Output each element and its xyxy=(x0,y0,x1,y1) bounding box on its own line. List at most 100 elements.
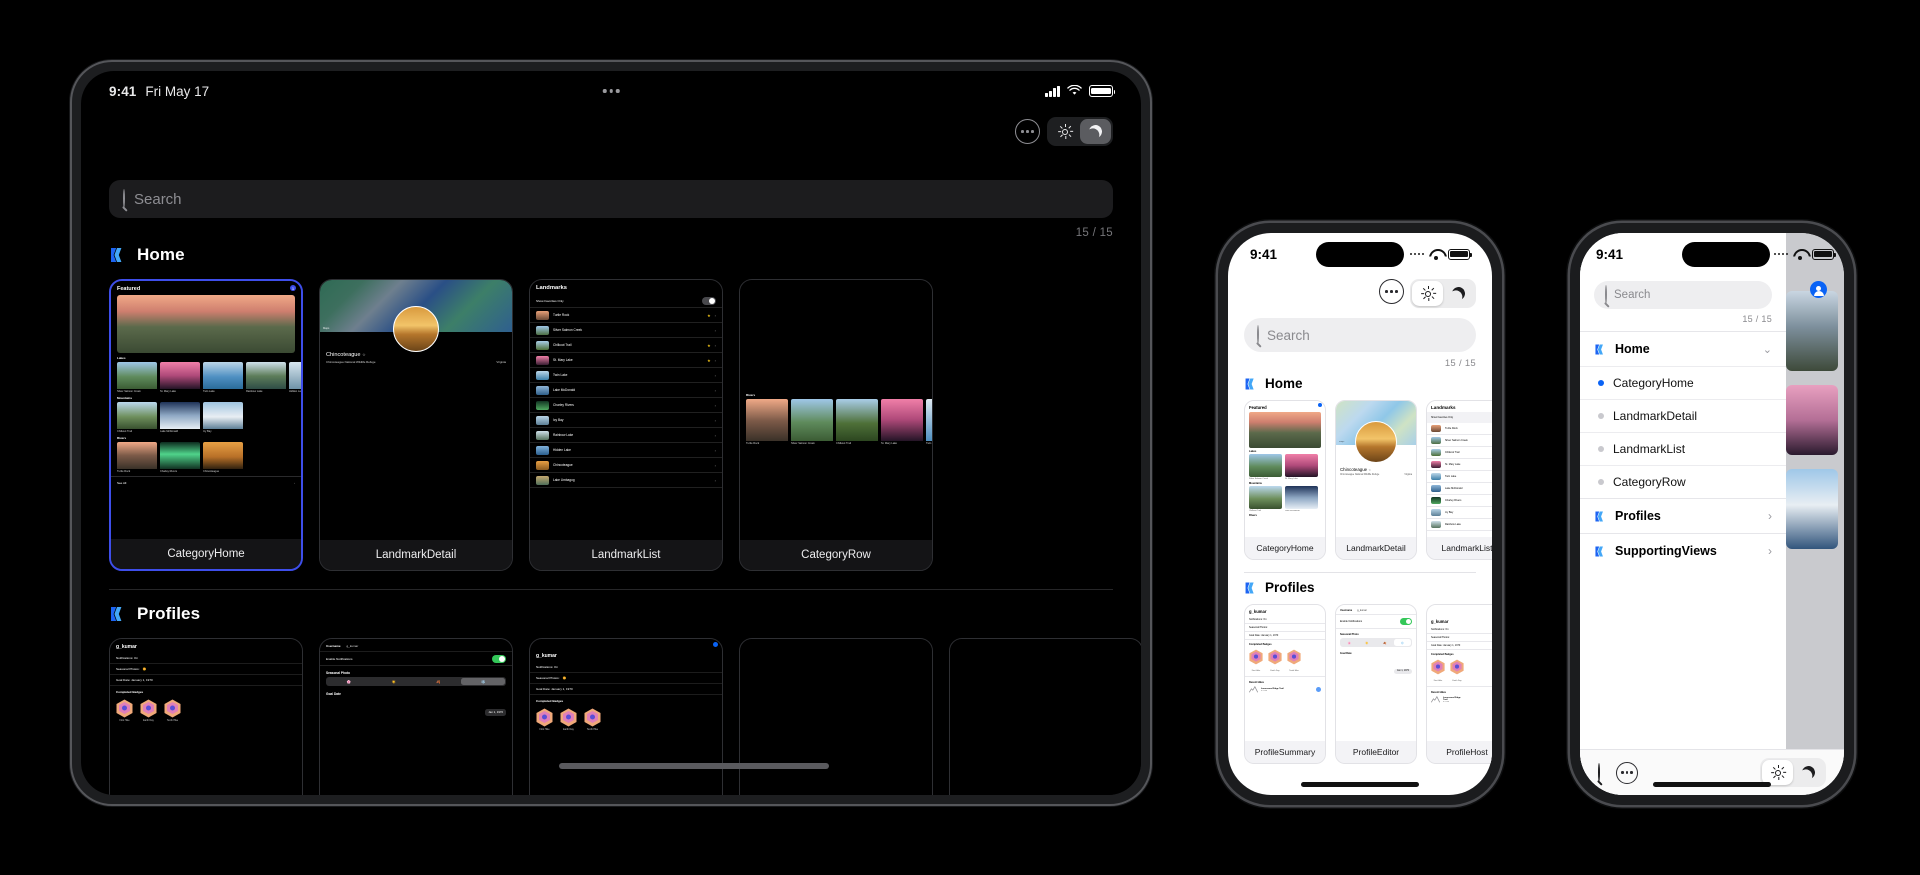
notifications-toggle[interactable] xyxy=(1400,618,1412,625)
search-field[interactable]: Search xyxy=(109,180,1113,218)
favorite-star-icon[interactable]: ☆ xyxy=(362,352,366,357)
goal-date-value[interactable]: Jan 1, 1970 xyxy=(485,708,506,716)
season-option[interactable]: ☀️ xyxy=(1359,639,1376,646)
favorites-toggle[interactable] xyxy=(702,296,716,305)
preview-card-categoryhome[interactable]: 1 Featured Lakes Silver Salmon Creek St.… xyxy=(109,279,303,571)
preview-card-categoryrow[interactable]: Rivers Turtle Rock Silver Salmon Creek C… xyxy=(739,279,933,571)
multitask-dots-icon[interactable] xyxy=(602,89,620,93)
more-options-icon[interactable] xyxy=(1015,119,1040,144)
preview-card-profileeditor[interactable]: Username g_kumar Enable Notifications Se… xyxy=(319,638,513,795)
goal-date-value[interactable]: Jan 1, 1970 xyxy=(1393,668,1412,674)
preview-card-categoryhome[interactable]: Featured Lakes Silver Salmon Creek St. M… xyxy=(1244,400,1326,560)
horizontal-scrollbar[interactable] xyxy=(559,763,829,769)
sidebar-item-categoryhome[interactable]: CategoryHome xyxy=(1580,366,1786,399)
chevron-right-icon[interactable]: › xyxy=(1768,544,1772,558)
season-option[interactable]: 🍂 xyxy=(417,678,461,685)
list-item[interactable]: Chilkoot Trail★› xyxy=(530,338,722,353)
list-item[interactable]: Silver Salmon Creek› xyxy=(530,323,722,338)
dark-mode-button[interactable] xyxy=(1080,119,1111,144)
chevron-right-icon: › xyxy=(294,481,295,485)
edit-avatar-icon[interactable] xyxy=(713,642,718,647)
search-field[interactable]: Search xyxy=(1594,281,1772,309)
search-placeholder: Search xyxy=(1267,327,1310,343)
more-options-icon[interactable] xyxy=(1379,279,1404,304)
seasonal-segmented-control[interactable]: 🌸 ☀️ 🍂 ❄️ xyxy=(326,677,506,686)
sidebar-item-landmarklist[interactable]: LandmarkList xyxy=(1580,432,1786,465)
preview-card-landmarklist[interactable]: Landmarks Show Favorites Only Turtle Roc… xyxy=(1426,400,1492,560)
list-item[interactable]: Turtle Rock★› xyxy=(530,308,722,323)
username-row[interactable]: Username g_kumar xyxy=(320,639,512,652)
preview-card-profilehost[interactable]: g_kumar Notifications: On Seasonal Photo… xyxy=(529,638,723,795)
season-option[interactable]: 🌸 xyxy=(327,678,371,685)
notifications-toggle[interactable] xyxy=(492,654,506,663)
list-item[interactable]: Turtle Rock★› xyxy=(1427,423,1492,435)
appearance-segmented-control[interactable] xyxy=(1410,279,1476,308)
seasonal-segmented-control[interactable]: 🌸 ☀️ 🍂 ❄️ xyxy=(1340,638,1412,647)
landmark-state: Virginia xyxy=(1404,474,1412,476)
list-item[interactable]: Twin Lake› xyxy=(1427,471,1492,483)
preview-card-landmarklist[interactable]: Landmarks Show Favorites Only Turtle Roc… xyxy=(529,279,723,571)
search-button[interactable] xyxy=(1598,762,1600,782)
preview-card-profilehost[interactable]: g_kumar Notifications: On Seasonal Photo… xyxy=(1426,604,1492,764)
chevron-down-icon[interactable]: ⌄ xyxy=(1763,343,1772,356)
list-item[interactable]: Chincoteague › xyxy=(530,458,722,473)
sidebar-group-profiles[interactable]: Profiles › xyxy=(1580,498,1786,533)
list-item[interactable]: St. Mary Lake★› xyxy=(530,353,722,368)
preview-card-profilesummary[interactable]: g_kumar Notifications: On Seasonal Photo… xyxy=(109,638,303,795)
light-mode-button[interactable] xyxy=(1049,119,1080,144)
sidebar-item-landmarkdetail[interactable]: LandmarkDetail xyxy=(1580,399,1786,432)
profile-avatar-button[interactable] xyxy=(1810,281,1827,298)
more-options-icon[interactable] xyxy=(1616,761,1638,784)
dark-mode-button[interactable] xyxy=(1793,760,1824,785)
chevron-right-icon[interactable]: › xyxy=(1768,509,1772,523)
preview-card-profileeditor[interactable]: Username g_kumar Enable Notifications Se… xyxy=(1335,604,1417,764)
preview-card-landmarkdetail[interactable]: Maps Chincoteague ☆ Chincoteague Nationa… xyxy=(1335,400,1417,560)
list-item[interactable]: Silver Salmon Creek› xyxy=(1427,435,1492,447)
card-caption: CategoryHome xyxy=(1245,537,1325,559)
list-item[interactable]: Rainbow Lake› xyxy=(1427,519,1492,531)
preview-card-profilesummary[interactable]: g_kumar Notifications: On Seasonal Photo… xyxy=(1244,604,1326,764)
list-item[interactable]: Twin Lake› xyxy=(530,368,722,383)
season-option[interactable]: 🌸 xyxy=(1341,639,1358,646)
list-item[interactable]: Lake McDonald› xyxy=(1427,483,1492,495)
username-row[interactable]: Username g_kumar xyxy=(1336,605,1416,615)
preview-card-empty[interactable]: Lonesome Ridge Trail › xyxy=(949,638,1141,795)
notifications-toggle-row[interactable]: Enable Notifications xyxy=(1336,615,1416,629)
light-mode-button[interactable] xyxy=(1762,760,1793,785)
list-item[interactable]: Lake McDonald› xyxy=(530,383,722,398)
swift-k-icon xyxy=(109,246,127,264)
list-item[interactable]: Chilkoot Trail★› xyxy=(1427,447,1492,459)
cellular-icon xyxy=(1773,252,1788,256)
list-item[interactable]: Icy Bay› xyxy=(530,413,722,428)
home-indicator[interactable] xyxy=(1653,782,1771,787)
season-option[interactable]: 🍂 xyxy=(1377,639,1394,646)
season-option[interactable]: ❄️ xyxy=(1394,639,1411,646)
search-field[interactable]: Search xyxy=(1244,318,1476,352)
goal-row: Goal Date: January 1, 1970 xyxy=(110,675,302,686)
dark-mode-button[interactable] xyxy=(1443,281,1474,306)
row-name: Charley Rivers xyxy=(553,403,574,407)
home-indicator[interactable] xyxy=(1301,782,1419,787)
season-option[interactable]: ☀️ xyxy=(372,678,416,685)
season-option[interactable]: ❄️ xyxy=(461,678,505,685)
notifications-toggle-row[interactable]: Enable Notifications xyxy=(320,652,512,666)
favorites-toggle-row[interactable]: Show Favorites Only xyxy=(530,294,722,308)
sidebar-group-supportingviews[interactable]: SupportingViews › xyxy=(1580,533,1786,568)
appearance-segmented-control[interactable] xyxy=(1047,117,1113,146)
list-item[interactable]: Hidden Lake › xyxy=(530,443,722,458)
list-item[interactable]: Icy Bay› xyxy=(1427,507,1492,519)
list-item[interactable]: Charley Rivers› xyxy=(530,398,722,413)
list-item[interactable]: Charley Rivers› xyxy=(1427,495,1492,507)
sidebar-item-categoryrow[interactable]: CategoryRow xyxy=(1580,465,1786,498)
row-name: Rainbow Lake xyxy=(553,433,574,437)
list-item[interactable]: Rainbow Lake› xyxy=(530,428,722,443)
preview-card-landmarkdetail[interactable]: Maps Chincoteague ☆ Chincoteague Nationa… xyxy=(319,279,513,571)
see-all-label[interactable]: See All xyxy=(117,481,126,485)
favorites-toggle-row[interactable]: Show Favorites Only xyxy=(1427,412,1492,423)
thumb-label: Turtle Rock xyxy=(746,442,760,445)
preview-card-empty[interactable] xyxy=(739,638,933,795)
list-item[interactable]: Lake Umbagog › xyxy=(530,473,722,488)
light-mode-button[interactable] xyxy=(1412,281,1443,306)
list-item[interactable]: St. Mary Lake★› xyxy=(1427,459,1492,471)
sidebar-group-home[interactable]: Home ⌄ xyxy=(1580,331,1786,366)
